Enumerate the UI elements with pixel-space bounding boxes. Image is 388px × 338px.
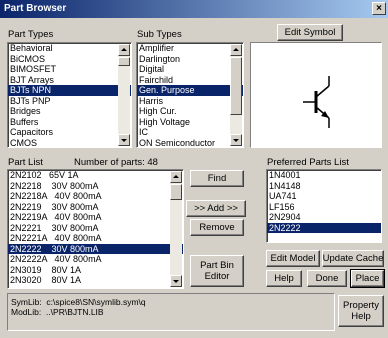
npn-transistor-symbol (303, 76, 330, 128)
update-cache-button[interactable]: Update Cache (322, 250, 384, 267)
add-button[interactable]: >> Add >> (186, 200, 246, 217)
find-button[interactable]: Find (190, 170, 244, 187)
scroll-thumb[interactable] (170, 184, 182, 200)
list-item[interactable]: 1N4001 (267, 170, 381, 181)
library-status: SymLib: c:\spice8\SN\symlib.sym\q ModLib… (7, 293, 335, 331)
scroll-down-icon[interactable] (118, 134, 130, 146)
preferred-parts-label: Preferred Parts List (267, 157, 349, 168)
list-item[interactable]: BJTs NPN (8, 85, 131, 96)
list-item[interactable]: 2N2102 65V 1A (8, 170, 183, 181)
list-item[interactable]: Digital (137, 64, 243, 75)
list-item[interactable]: 2N3019 80V 1A (8, 265, 183, 276)
done-button[interactable]: Done (307, 270, 347, 287)
window-title: Part Browser (4, 3, 67, 14)
list-item[interactable]: Fairchild (137, 75, 243, 86)
symbol-preview (250, 42, 382, 148)
list-item[interactable]: High Voltage (137, 117, 243, 128)
list-item[interactable]: BIMOSFET (8, 64, 131, 75)
sub-types-list[interactable]: Amplifier Darlington Digital Fairchild Gen. … (136, 42, 244, 148)
list-item[interactable]: Harris (137, 96, 243, 107)
list-item[interactable]: BJT Arrays (8, 75, 131, 86)
remove-button[interactable]: Remove (190, 219, 244, 236)
scroll-up-icon[interactable] (170, 171, 182, 183)
list-item[interactable]: 1N4148 (267, 181, 381, 192)
part-types-list[interactable]: Behavioral BiCMOS BIMOSFET BJT Arrays BJTs N… (7, 42, 132, 148)
list-item[interactable]: 2N2218 30V 800mA (8, 181, 183, 192)
property-help-label-2: Help (351, 311, 371, 322)
preferred-parts-list[interactable]: 1N4001 1N4148 UA741 LF156 2N2904 2N2222 (266, 169, 382, 243)
sub-types-scrollbar[interactable] (230, 44, 242, 146)
property-help-label-1: Property (343, 300, 379, 311)
list-item[interactable]: Gen. Purpose (137, 85, 243, 96)
part-types-scrollbar[interactable] (118, 44, 130, 146)
list-item[interactable]: BJTs PNP (8, 96, 131, 107)
list-item[interactable]: 2N2221A 40V 800mA (8, 233, 183, 244)
scroll-up-icon[interactable] (230, 44, 242, 56)
edit-symbol-button[interactable]: Edit Symbol (277, 24, 343, 41)
list-item[interactable]: 2N2218A 40V 800mA (8, 191, 183, 202)
close-button[interactable]: × (372, 2, 386, 15)
part-list-scrollbar[interactable] (170, 171, 182, 287)
list-item[interactable]: Bridges (8, 106, 131, 117)
place-button[interactable]: Place (350, 269, 385, 288)
list-item[interactable]: CMOS (8, 138, 131, 148)
list-item[interactable]: Darlington (137, 54, 243, 65)
list-item[interactable]: 2N2222 30V 800mA (8, 243, 183, 254)
scroll-up-icon[interactable] (118, 44, 130, 56)
list-item[interactable]: Behavioral (8, 43, 131, 54)
part-bin-editor-button[interactable]: Part Bin Editor (190, 255, 244, 287)
list-item[interactable]: LF156 (267, 202, 381, 213)
title-bar: Part Browser × (0, 0, 388, 18)
part-types-label: Part Types (8, 29, 54, 40)
scroll-down-icon[interactable] (230, 134, 242, 146)
scroll-thumb[interactable] (230, 57, 242, 115)
part-list[interactable]: 2N2102 65V 1A 2N2218 30V 800mA 2N2218A 40V… (7, 169, 184, 289)
scroll-thumb[interactable] (118, 57, 130, 66)
list-item[interactable]: High Cur. (137, 106, 243, 117)
symlib-path: SymLib: c:\spice8\SN\symlib.sym\q (11, 297, 146, 307)
list-item[interactable]: 2N2221 30V 800mA (8, 223, 183, 234)
help-button[interactable]: Help (266, 270, 302, 287)
list-item[interactable]: 2N2219A 40V 800mA (8, 212, 183, 223)
part-bin-editor-label-1: Part Bin (200, 260, 234, 271)
list-item[interactable]: Amplifier (137, 43, 243, 54)
list-item[interactable]: 2N3020 80V 1A (8, 275, 183, 286)
list-item[interactable]: IC (137, 127, 243, 138)
part-bin-editor-label-2: Editor (204, 271, 230, 282)
list-item[interactable]: UA741 (267, 191, 381, 202)
part-count: Number of parts: 48 (74, 157, 158, 168)
modlib-path: ModLib: ..\PR\BJTN.LIB (11, 307, 104, 317)
list-item[interactable]: 2N2904 (267, 212, 381, 223)
list-item[interactable]: BiCMOS (8, 54, 131, 65)
list-item[interactable]: 2N2222A 40V 800mA (8, 254, 183, 265)
scroll-down-icon[interactable] (170, 275, 182, 287)
edit-model-button[interactable]: Edit Model (266, 250, 320, 267)
sub-types-label: Sub Types (137, 29, 182, 40)
property-help-button[interactable]: Property Help (338, 295, 384, 327)
part-list-label: Part List (8, 157, 43, 168)
list-item[interactable]: 2N2219 30V 800mA (8, 202, 183, 213)
list-item[interactable]: Capacitors (8, 127, 131, 138)
list-item[interactable]: 2N2222 (267, 222, 381, 233)
list-item[interactable]: Buffers (8, 117, 131, 128)
list-item[interactable]: ON Semiconductor (137, 138, 243, 148)
